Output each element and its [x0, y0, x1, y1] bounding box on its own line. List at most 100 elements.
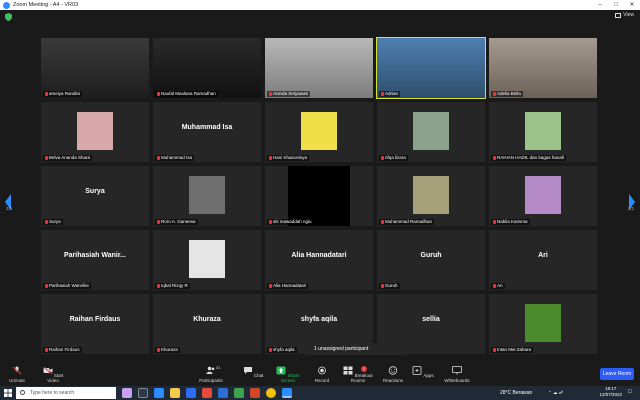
notifications-icon[interactable]: □ [628, 389, 636, 397]
participant-name-text: Muhammad Isa [161, 155, 193, 160]
chat-button[interactable]: Chat [242, 364, 264, 386]
word-icon[interactable] [218, 388, 228, 398]
muted-mic-icon [157, 92, 160, 96]
participant-name-label: rifqa lizara [379, 155, 408, 161]
participant-tile[interactable]: Intan Mei Zahara [489, 294, 597, 354]
maximize-icon[interactable]: □ [608, 0, 624, 10]
windows-start-icon[interactable] [2, 388, 14, 398]
participant-name-text: Adrian [385, 91, 399, 96]
security-shield-icon[interactable] [5, 13, 12, 21]
participant-tile[interactable]: Hani Khairunisya [265, 102, 373, 162]
participant-tile[interactable]: RAIHAN HADIL dan bagas hanafi [489, 102, 597, 162]
participant-name-label: Parihasiah Wanirike [43, 283, 91, 289]
participant-name-text: Alia Hannadatari [273, 283, 307, 288]
participant-name-text: shyfa aqila [273, 347, 295, 352]
view-label: View [623, 12, 634, 18]
leave-room-button[interactable]: Leave Room [600, 368, 634, 380]
participant-tile[interactable]: Adelia Bella [489, 38, 597, 98]
share-screen-icon [276, 366, 286, 375]
store-icon[interactable] [186, 388, 196, 398]
whiteboards-button[interactable]: Whiteboards [442, 364, 472, 386]
profile-picture [189, 240, 225, 278]
reactions-button[interactable]: Reactions [380, 364, 406, 386]
participant-tile[interactable]: Aninda Setyawati [265, 38, 373, 98]
participant-name-label: ameiya Randini [43, 91, 83, 97]
title-bar: Zoom Meeting - A4 - VR03 – □ ✕ [0, 0, 640, 10]
minimize-icon[interactable]: – [592, 0, 608, 10]
participant-name-label: Alia Hannadatari [267, 283, 309, 289]
participant-name-label: Hani Khairunisya [267, 155, 310, 161]
powerpoint-icon[interactable] [250, 388, 260, 398]
breakout-rooms-button[interactable]: Breakout Rooms [340, 364, 376, 386]
whiteboards-label: Whiteboards [444, 378, 470, 383]
muted-mic-icon [381, 284, 384, 288]
page-indicator-left: 2/2 [6, 206, 13, 211]
participant-name-label: Intan Mei Zahara [491, 347, 534, 353]
participant-name-display: Ari [538, 252, 548, 259]
file-explorer-icon[interactable] [170, 388, 180, 398]
participant-tile[interactable]: Iqbal Rizqy R [153, 230, 261, 290]
window-title: Zoom Meeting - A4 - VR03 [13, 2, 79, 8]
record-button[interactable]: Record [310, 364, 334, 386]
participant-tile[interactable]: Guruh Guruh [377, 230, 485, 290]
view-button[interactable]: View [615, 12, 634, 18]
participant-tile[interactable]: Khuraza Khuraza [153, 294, 261, 354]
participant-name-text: Raihan Firdaus [49, 347, 80, 352]
participants-icon [206, 366, 215, 374]
participant-name-text: Khuraza [161, 347, 178, 352]
taskbar-search-input[interactable]: Type here to search [16, 387, 116, 399]
participant-name-label: Iqbal Rizqy R [155, 283, 190, 289]
share-screen-button[interactable]: Share Screen [272, 364, 304, 386]
taskbar-app-icon[interactable] [122, 388, 132, 398]
chat-label: Chat [253, 373, 264, 378]
participant-name-text: Parihasiah Wanirike [49, 283, 89, 288]
participant-tile[interactable]: Ari Ari [489, 230, 597, 290]
participant-tile[interactable]: siti mawaddah ngiu [265, 166, 373, 226]
chrome-icon[interactable] [266, 388, 276, 398]
participant-tile[interactable]: Alia Hannadatari Alia Hannadatari [265, 230, 373, 290]
participant-name-display: Guruh [420, 252, 442, 259]
weather-widget[interactable]: 28°C Berawan [500, 387, 532, 399]
profile-picture [525, 304, 561, 342]
zoom-taskbar-icon[interactable] [282, 388, 292, 398]
participant-name-text: Iqbal Rizqy R [161, 283, 188, 288]
participant-tile[interactable]: Surya Surya [41, 166, 149, 226]
reactions-label: Reactions [382, 378, 403, 383]
participant-tile[interactable]: Muhammad Isa Muhammad Isa [153, 102, 261, 162]
participant-tile[interactable]: ameiya Randini [41, 38, 149, 98]
apps-button[interactable]: Apps [412, 364, 434, 386]
start-video-button[interactable]: Start Video [38, 364, 68, 386]
search-placeholder: Type here to search [30, 390, 75, 396]
office-icon[interactable] [202, 388, 212, 398]
task-view-icon[interactable] [138, 388, 148, 398]
muted-mic-icon [157, 284, 160, 288]
unmute-button[interactable]: Unmute [4, 364, 30, 386]
participant-tile[interactable]: Roro A. Ganeesa [153, 166, 261, 226]
participants-button[interactable]: Participants [196, 364, 226, 386]
participant-name-text: Muhammad Ramadhan [385, 219, 433, 224]
participant-name-label: Adrian [379, 91, 401, 97]
unassigned-participant-notice[interactable]: 1 unassigned participant [306, 343, 406, 355]
excel-icon[interactable] [234, 388, 244, 398]
muted-mic-icon [157, 220, 160, 224]
participant-name-text: Naufal Maulana Ramadhan [161, 91, 216, 96]
profile-picture [301, 112, 337, 150]
participant-tile[interactable]: Naufal Maulana Ramadhan [153, 38, 261, 98]
participant-name-label: Roro A. Ganeesa [155, 219, 198, 225]
participant-name-label: Naufal Maulana Ramadhan [155, 91, 218, 97]
participant-name-label: Belva Ananda Shara [43, 155, 93, 161]
participant-tile[interactable]: rifqa lizara [377, 102, 485, 162]
participant-tile[interactable]: Raihan Firdaus Raihan Firdaus [41, 294, 149, 354]
close-icon[interactable]: ✕ [624, 0, 640, 10]
participant-name-label: RAIHAN HADIL dan bagas hanafi [491, 155, 567, 161]
participant-tile[interactable]: Parihasiah Wanir... Parihasiah Wanirike [41, 230, 149, 290]
taskbar-clock[interactable]: 19:17 12/07/2022 [599, 386, 622, 398]
participant-tile[interactable]: Adrian [376, 37, 486, 99]
participant-tile[interactable]: Muhammad Ramadhan [377, 166, 485, 226]
edge-browser-icon[interactable] [154, 388, 164, 398]
participant-tile[interactable]: Belva Ananda Shara [41, 102, 149, 162]
participant-tile[interactable]: Nabila Karisma [489, 166, 597, 226]
participant-name-display: Alia Hannadatari [291, 252, 347, 259]
participant-name-label: shyfa aqila [267, 347, 297, 353]
tray-icons[interactable]: ⌃ ☁ ☍ [548, 387, 563, 399]
